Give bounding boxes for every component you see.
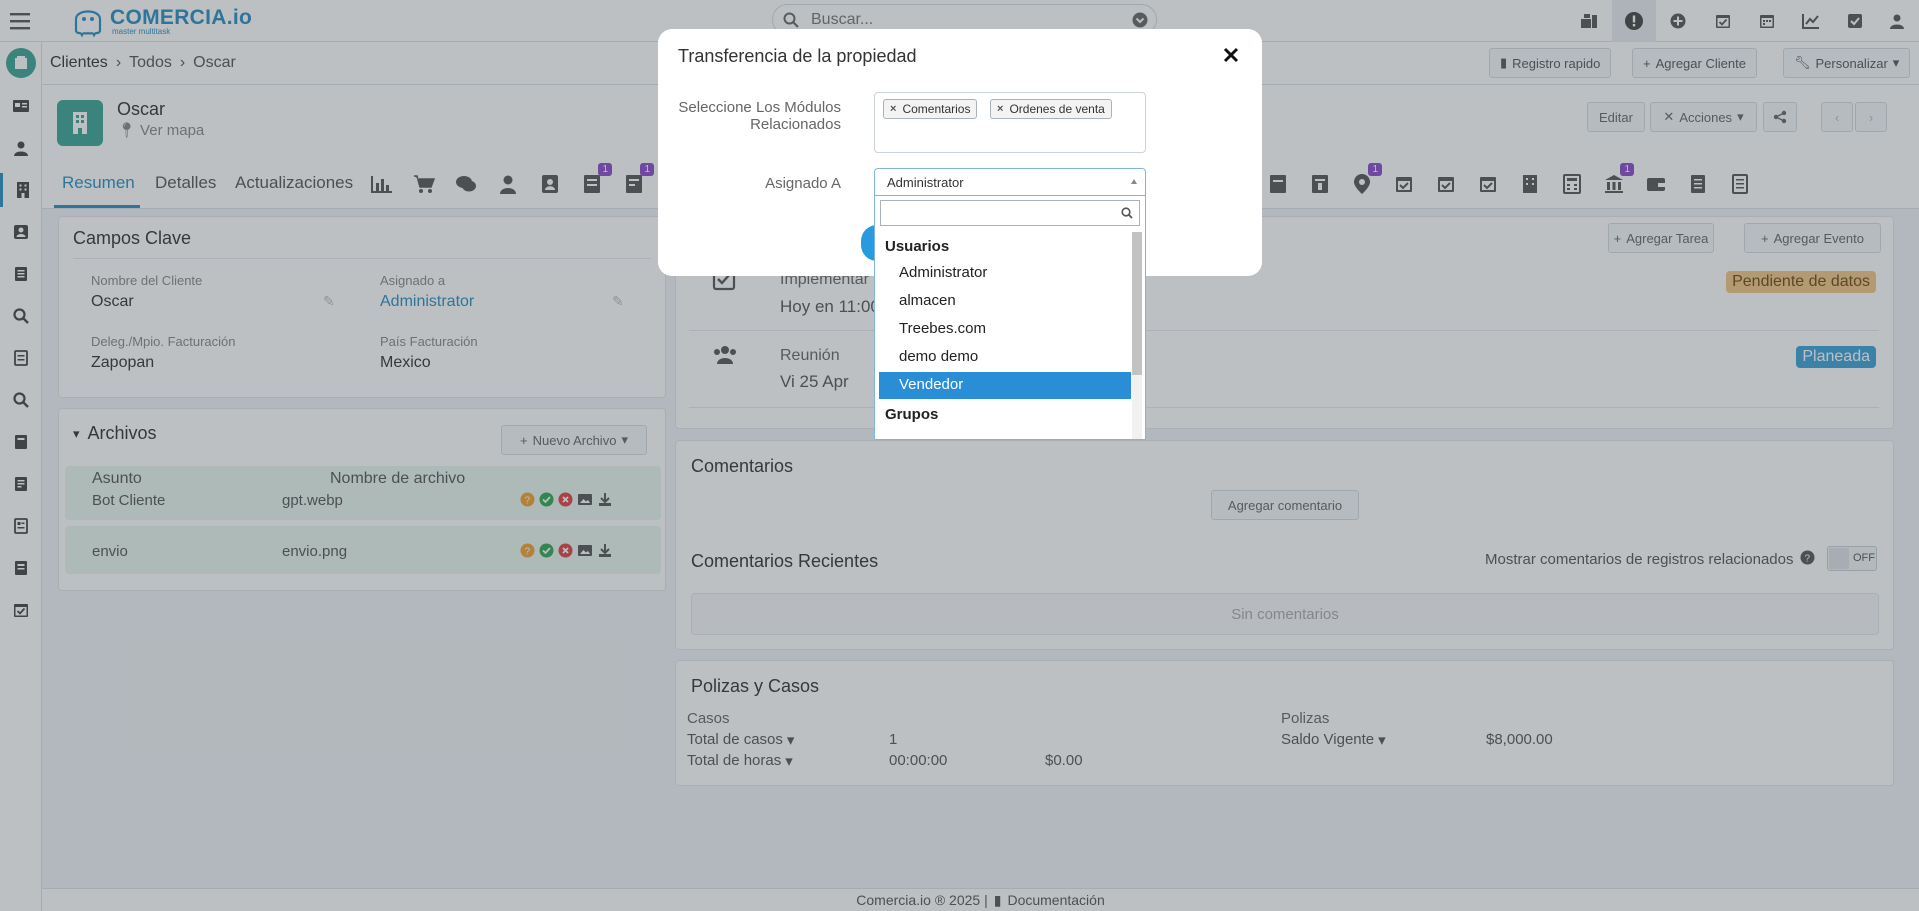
caret-up-icon [1131,179,1137,184]
dropdown-search-input[interactable] [880,200,1140,226]
module-chip: × Ordenes de venta [990,99,1112,119]
option-item[interactable]: Administrator [879,260,1131,287]
modules-label: Seleccione Los Módulos Relacionados [658,99,841,133]
assigned-to-dropdown: Usuarios Administrator almacen Treebes.c… [874,196,1146,440]
assigned-label: Asignado A [765,175,841,192]
option-item-highlighted[interactable]: Vendedor [879,372,1131,399]
option-item[interactable]: almacen [879,288,1131,315]
chip-label: Comentarios [902,102,971,116]
dropdown-options: Usuarios Administrator almacen Treebes.c… [875,232,1147,439]
close-icon[interactable] [1219,43,1243,67]
remove-chip-icon[interactable]: × [997,103,1003,115]
chip-label: Ordenes de venta [1009,102,1105,116]
module-chip: × Comentarios [883,99,978,119]
modules-label-line1: Seleccione Los Módulos [678,99,841,116]
optgroup-groups: Grupos [885,406,939,423]
modal-title: Transferencia de la propiedad [678,46,917,66]
option-item[interactable]: demo demo [879,344,1131,371]
assigned-to-select[interactable]: Administrator [874,168,1146,196]
modules-label-line2: Relacionados [750,116,841,133]
assigned-to-value: Administrator [887,175,964,190]
related-modules-multiselect[interactable]: × Comentarios × Ordenes de venta [874,92,1146,153]
option-item[interactable]: Treebes.com [879,316,1131,343]
remove-chip-icon[interactable]: × [890,103,896,115]
optgroup-users: Usuarios [885,238,950,255]
search-icon [1121,207,1133,219]
